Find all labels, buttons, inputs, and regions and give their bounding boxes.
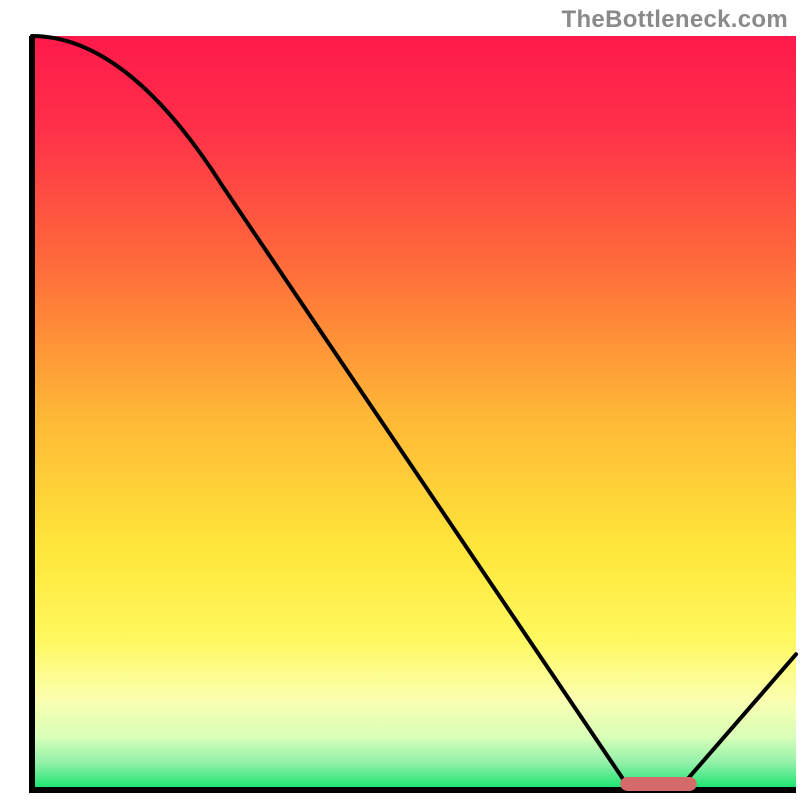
attribution-text: TheBottleneck.com [562,6,788,34]
bottleneck-chart: TheBottleneck.com [0,0,800,800]
chart-svg [0,0,800,800]
plot-background [32,36,796,790]
optimal-marker [620,777,696,791]
